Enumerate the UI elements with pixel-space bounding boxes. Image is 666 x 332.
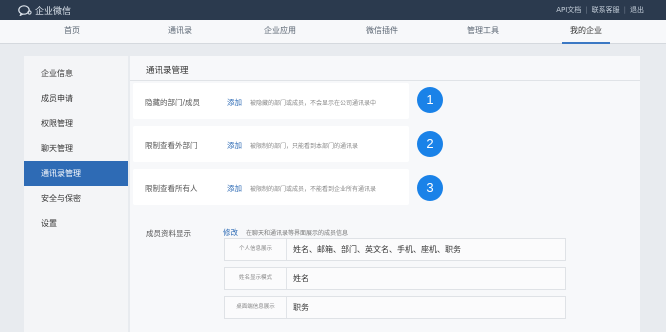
divider bbox=[130, 80, 640, 81]
sidebar-item-enterprise-info[interactable]: 企业信息 bbox=[24, 61, 128, 86]
setting-label: 隐藏的部门/成员 bbox=[145, 98, 201, 107]
add-restricted-department-button[interactable]: 添加 bbox=[227, 140, 242, 151]
field-label: 桌面端信息展示 bbox=[225, 297, 287, 318]
nav-contacts[interactable]: 通讯录 bbox=[168, 20, 192, 44]
setting-description: 被限制的部门或成员，不能看到企业所有通讯录 bbox=[250, 186, 377, 193]
nav-apps[interactable]: 企业应用 bbox=[264, 20, 296, 44]
sidebar-item-settings[interactable]: 设置 bbox=[24, 211, 128, 236]
app-name: 企业微信 bbox=[35, 7, 72, 17]
step-badge: 3 bbox=[417, 175, 443, 201]
contact-support-link[interactable]: 联系客服 bbox=[592, 5, 620, 15]
logout-link[interactable]: 退出 bbox=[630, 5, 644, 15]
step-badge: 1 bbox=[417, 87, 443, 113]
field-label: 个人信息展示 bbox=[225, 239, 287, 260]
sidebar: 企业信息 成员申请 权限管理 聊天管理 通讯录管理 安全与保密 设置 bbox=[24, 56, 128, 332]
setting-card-restrict-departments: 限制查看外部门 添加 被限制的部门，只能看到本部门的通讯录 bbox=[133, 126, 409, 162]
setting-card-restrict-all: 限制查看所有人 添加 被限制的部门或成员，不能看到企业所有通讯录 bbox=[133, 169, 409, 205]
api-docs-link[interactable]: API文档 bbox=[556, 5, 581, 15]
chat-bubble-icon bbox=[18, 5, 32, 16]
add-hidden-button[interactable]: 添加 bbox=[227, 97, 242, 108]
profile-field-desktop-info: 桌面端信息展示 职务 bbox=[224, 296, 566, 319]
nav-management-tools[interactable]: 管理工具 bbox=[467, 20, 499, 44]
add-restricted-all-button[interactable]: 添加 bbox=[227, 183, 242, 194]
nav-wechat-plugin[interactable]: 微信插件 bbox=[366, 20, 398, 44]
setting-label: 限制查看所有人 bbox=[145, 184, 198, 193]
profile-display-description: 在聊天和通讯录等界面展示的成员信息 bbox=[246, 230, 349, 237]
field-value: 姓名、邮箱、部门、英文名、手机、座机、职务 bbox=[293, 245, 461, 254]
nav-my-enterprise[interactable]: 我的企业 bbox=[562, 20, 610, 44]
field-value: 职务 bbox=[293, 303, 309, 312]
main-content: 通讯录管理 隐藏的部门/成员 添加 被隐藏的部门或成员，不会显示在公司通讯录中 … bbox=[130, 56, 640, 332]
page-title: 通讯录管理 bbox=[146, 66, 189, 76]
setting-card-hidden-members: 隐藏的部门/成员 添加 被隐藏的部门或成员，不会显示在公司通讯录中 bbox=[133, 83, 409, 119]
sidebar-item-chat-management[interactable]: 聊天管理 bbox=[24, 136, 128, 161]
field-value: 姓名 bbox=[293, 274, 309, 283]
divider: | bbox=[585, 6, 588, 14]
top-links: API文档 | 联系客服 | 退出 bbox=[556, 5, 644, 15]
setting-description: 被隐藏的部门或成员，不会显示在公司通讯录中 bbox=[250, 100, 377, 107]
top-bar: 企业微信 API文档 | 联系客服 | 退出 bbox=[0, 0, 666, 20]
sidebar-item-contacts-management[interactable]: 通讯录管理 bbox=[24, 161, 128, 186]
profile-display-label: 成员资料显示 bbox=[146, 229, 191, 238]
step-badge: 2 bbox=[417, 131, 443, 157]
edit-profile-button[interactable]: 修改 bbox=[223, 227, 238, 238]
profile-field-personal-info: 个人信息展示 姓名、邮箱、部门、英文名、手机、座机、职务 bbox=[224, 238, 566, 261]
nav-home[interactable]: 首页 bbox=[64, 20, 80, 44]
sidebar-item-security[interactable]: 安全与保密 bbox=[24, 186, 128, 211]
sidebar-item-permissions[interactable]: 权限管理 bbox=[24, 111, 128, 136]
sidebar-item-member-requests[interactable]: 成员申请 bbox=[24, 86, 128, 111]
setting-description: 被限制的部门，只能看到本部门的通讯录 bbox=[250, 143, 359, 150]
main-nav: 首页 通讯录 企业应用 微信插件 管理工具 我的企业 bbox=[0, 20, 666, 44]
profile-field-name-mode: 姓名显示模式 姓名 bbox=[224, 267, 566, 290]
setting-label: 限制查看外部门 bbox=[145, 141, 198, 150]
app-logo[interactable]: 企业微信 bbox=[18, 4, 71, 17]
divider: | bbox=[623, 6, 626, 14]
field-label: 姓名显示模式 bbox=[225, 268, 287, 289]
